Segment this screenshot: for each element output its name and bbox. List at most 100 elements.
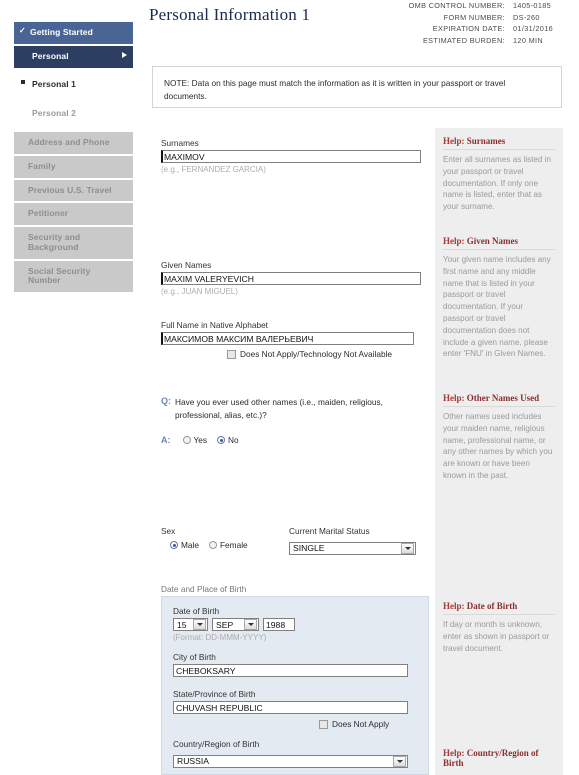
field-state-of-birth: State/Province of Birth CHUVASH REPUBLIC… xyxy=(173,689,408,729)
sidebar-item-label: Previous U.S. Travel xyxy=(28,184,112,195)
sidebar-nav: ✓ Getting Started Personal Personal 1 Pe… xyxy=(14,22,133,294)
sidebar-item-label: Family xyxy=(28,160,56,171)
sidebar-item-getting-started[interactable]: ✓ Getting Started xyxy=(14,22,133,44)
field-native-alphabet: Full Name in Native Alphabet МАКСИМОВ МА… xyxy=(161,320,423,359)
native-alphabet-checkbox-row[interactable]: Does Not Apply/Technology Not Available xyxy=(161,349,423,359)
given-names-input[interactable]: MAXIM VALERYEVICH xyxy=(161,272,421,285)
birth-panel: Date of Birth 15 SEP 1988 (Format: DD-MM… xyxy=(161,596,429,775)
help-date-of-birth: Help: Date of Birth If day or month is u… xyxy=(443,601,555,654)
sex-female-label: Female xyxy=(219,540,248,550)
help-prefix: Help: xyxy=(443,748,465,758)
state-does-not-apply-checkbox[interactable] xyxy=(319,719,328,729)
sidebar-item-label: Social Security Number xyxy=(28,265,91,286)
field-country-of-birth: Country/Region of Birth RUSSIA xyxy=(173,739,408,769)
help-title-text: Other Names Used xyxy=(464,393,540,403)
field-surnames: Surnames MAXIMOV (e.g., FERNANDEZ GARCIA… xyxy=(161,138,423,174)
dob-day-select[interactable]: 15 xyxy=(173,618,208,631)
field-marital-status: Current Marital Status SINGLE xyxy=(289,526,416,556)
sidebar-item-personal[interactable]: Personal xyxy=(14,45,133,68)
sidebar-item-label: Personal 2 xyxy=(32,108,76,119)
help-panel: Help: Surnames Enter all surnames as lis… xyxy=(435,128,563,775)
help-given-names-title: Help: Given Names xyxy=(443,236,555,246)
surnames-input[interactable]: MAXIMOV xyxy=(161,150,421,163)
help-prefix: Help: xyxy=(443,601,465,611)
chevron-down-icon[interactable] xyxy=(401,542,414,554)
sidebar-item-previous-us-travel[interactable]: Previous U.S. Travel xyxy=(14,179,133,202)
meta-label: EXPIRATION DATE: xyxy=(432,24,505,33)
meta-value: 1405-0185 xyxy=(513,1,552,10)
state-of-birth-label: State/Province of Birth xyxy=(173,689,256,699)
arrow-right-icon xyxy=(122,51,127,58)
country-of-birth-select[interactable]: RUSSIA xyxy=(173,754,408,768)
sidebar-item-label: Personal 1 xyxy=(32,78,76,89)
dob-month-select[interactable]: SEP xyxy=(212,618,259,631)
sidebar-item-label: Petitioner xyxy=(28,208,69,219)
meta-value: DS-260 xyxy=(513,12,540,22)
note-box: NOTE: Data on this page must match the i… xyxy=(152,66,562,108)
note-text: NOTE: Data on this page must match the i… xyxy=(164,78,506,101)
sidebar-item-personal-1[interactable]: Personal 1 xyxy=(14,74,133,96)
sidebar-item-label: Personal xyxy=(32,50,69,61)
help-title-text: Given Names xyxy=(464,236,518,246)
help-given-names-body: Your given name includes any first name … xyxy=(443,255,551,359)
dob-year-input[interactable]: 1988 xyxy=(263,618,295,631)
other-names-question: Have you ever used other names (i.e., ma… xyxy=(175,397,383,420)
city-of-birth-input[interactable]: CHEBOKSARY xyxy=(173,664,408,677)
help-surnames-body: Enter all surnames as listed in your pas… xyxy=(443,155,551,212)
answer-marker: A: xyxy=(161,435,171,445)
dob-day-value: 15 xyxy=(177,619,187,630)
bullet-icon xyxy=(21,79,25,84)
sidebar-item-security-and-background[interactable]: Security and Background xyxy=(14,227,133,259)
help-prefix: Help: xyxy=(443,393,465,403)
state-does-not-apply-row[interactable]: Does Not Apply xyxy=(173,719,408,729)
state-of-birth-input[interactable]: CHUVASH REPUBLIC xyxy=(173,701,408,714)
dob-month-value: SEP xyxy=(216,619,234,630)
sex-female-radio[interactable] xyxy=(208,541,217,549)
sidebar-item-label: Address and Phone xyxy=(28,137,110,148)
sidebar-item-address-and-phone[interactable]: Address and Phone xyxy=(14,132,133,154)
help-country-of-birth: Help: Country/Region of Birth xyxy=(443,748,555,768)
help-prefix: Help: xyxy=(443,136,465,146)
chevron-down-icon[interactable] xyxy=(393,755,406,767)
meta-value: 120 MIN xyxy=(513,35,544,45)
country-of-birth-value: RUSSIA xyxy=(177,756,209,766)
help-given-names: Help: Given Names Your given name includ… xyxy=(443,236,555,360)
does-not-apply-checkbox[interactable] xyxy=(227,349,236,359)
help-date-of-birth-title: Help: Date of Birth xyxy=(443,601,555,611)
help-surnames: Help: Surnames Enter all surnames as lis… xyxy=(443,136,555,213)
ds260-form-page: ✓ Getting Started Personal Personal 1 Pe… xyxy=(0,0,579,775)
chevron-down-icon[interactable] xyxy=(193,619,206,630)
divider xyxy=(443,249,555,250)
chevron-down-icon[interactable] xyxy=(244,619,257,630)
sidebar-item-social-security-number[interactable]: Social Security Number xyxy=(14,260,133,293)
field-given-names: Given Names MAXIM VALERYEVICH (e.g., JUA… xyxy=(161,260,423,296)
help-other-names: Help: Other Names Used Other names used … xyxy=(443,393,555,482)
city-of-birth-label: City of Birth xyxy=(173,652,216,662)
sex-male-radio[interactable] xyxy=(170,541,178,549)
other-names-yes-label: Yes xyxy=(193,435,208,445)
question-marker: Q: xyxy=(161,396,171,406)
meta-value: 01/31/2016 xyxy=(513,24,554,33)
date-of-birth-label: Date of Birth xyxy=(173,606,220,616)
other-names-yes-radio[interactable] xyxy=(182,436,191,444)
help-country-of-birth-title: Help: Country/Region of Birth xyxy=(443,748,555,768)
surnames-label: Surnames xyxy=(161,138,199,148)
sidebar-item-personal-2[interactable]: Personal 2 xyxy=(14,103,133,125)
meta-label: ESTIMATED BURDEN: xyxy=(422,35,505,45)
meta-label: OMB CONTROL NUMBER: xyxy=(408,1,505,10)
other-names-no-radio[interactable] xyxy=(217,436,226,444)
marital-status-value: SINGLE xyxy=(293,543,325,553)
native-alphabet-input[interactable]: МАКСИМОВ МАКСИМ ВАЛЕРЬЕВИЧ xyxy=(161,332,414,345)
surnames-hint: (e.g., FERNANDEZ GARCIA) xyxy=(161,165,266,174)
help-other-names-body: Other names used includes your maiden na… xyxy=(443,412,553,480)
sidebar-item-family[interactable]: Family xyxy=(14,155,133,178)
help-surnames-title: Help: Surnames xyxy=(443,136,555,146)
check-icon: ✓ xyxy=(19,26,26,35)
sidebar-item-petitioner[interactable]: Petitioner xyxy=(14,203,133,226)
sex-label: Sex xyxy=(161,526,176,536)
help-title-text: Date of Birth xyxy=(464,601,518,611)
marital-status-select[interactable]: SINGLE xyxy=(289,541,416,555)
native-alphabet-label: Full Name in Native Alphabet xyxy=(161,320,268,330)
meta-row: OMB CONTROL NUMBER: 1405-0185 xyxy=(409,0,567,12)
form-metadata: OMB CONTROL NUMBER: 1405-0185 FORM NUMBE… xyxy=(409,0,567,46)
